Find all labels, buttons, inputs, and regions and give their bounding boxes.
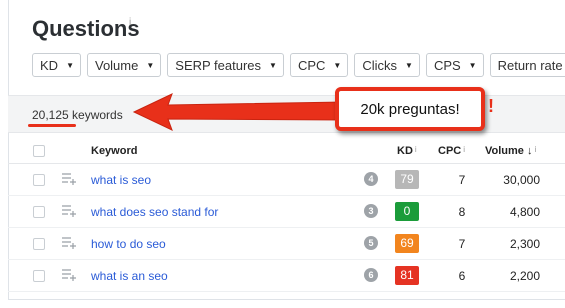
serp-features-badge[interactable]: 6	[364, 268, 378, 282]
filter-label: CPS	[433, 57, 461, 73]
column-volume-label: Volume	[485, 145, 524, 157]
filter-label: Return rate	[497, 57, 563, 73]
filter-label: KD	[40, 57, 59, 73]
row-checkbox[interactable]	[33, 238, 45, 250]
volume-value: 2,200	[509, 269, 540, 283]
column-keyword[interactable]: Keyword	[91, 145, 137, 157]
sort-desc-icon: ↓	[526, 145, 533, 157]
volume-value: 4,800	[509, 205, 540, 219]
info-icon[interactable]: i	[463, 145, 465, 154]
add-to-list-icon[interactable]	[61, 236, 77, 250]
caret-down-icon: ▼	[269, 60, 277, 70]
filter-cps[interactable]: CPS ▼	[425, 53, 484, 77]
row-checkbox[interactable]	[33, 206, 45, 218]
volume-value: 2,300	[509, 237, 540, 251]
keyword-link[interactable]: what is an seo	[91, 269, 168, 283]
keyword-count: 20,125 keywords	[32, 108, 123, 122]
table-row: what is seo 4 79 7 30,000	[8, 164, 565, 196]
title-info-icon[interactable]: i	[129, 17, 131, 28]
caret-down-icon: ▼	[146, 60, 155, 70]
column-volume[interactable]: Volume ↓ i	[485, 145, 536, 157]
kd-badge: 0	[395, 202, 419, 221]
table-row: what is an seo 6 81 6 2,200	[8, 260, 565, 292]
keyword-link[interactable]: what is seo	[91, 173, 151, 187]
filter-label: SERP features	[175, 57, 262, 73]
add-to-list-icon[interactable]	[61, 172, 77, 186]
select-all-checkbox[interactable]	[33, 145, 45, 157]
page-title: Questions	[32, 16, 140, 41]
row-checkbox[interactable]	[33, 270, 45, 282]
cpc-value: 7	[458, 237, 466, 251]
table-header: Keyword KD i CPC i Volume ↓ i	[8, 140, 565, 164]
annotation-callout: 20k preguntas!	[335, 87, 485, 131]
column-cpc-label: CPC	[438, 145, 462, 157]
filter-bar: KD ▼ Volume ▼ SERP features ▼ CPC ▼ Clicks ▼ …	[32, 53, 565, 77]
info-icon[interactable]: i	[415, 145, 417, 154]
column-kd-label: KD	[397, 145, 413, 157]
kd-badge: 79	[395, 170, 419, 189]
serp-features-badge[interactable]: 3	[364, 204, 378, 218]
caret-down-icon: ▼	[405, 60, 413, 70]
keyword-link[interactable]: how to do seo	[91, 237, 166, 251]
cpc-value: 8	[458, 205, 466, 219]
filter-cpc[interactable]: CPC ▼	[289, 53, 349, 77]
filter-serp-features[interactable]: SERP features ▼	[167, 53, 284, 77]
filter-return-rate[interactable]: Return rate▼	[489, 53, 565, 77]
row-checkbox[interactable]	[33, 174, 45, 186]
filter-clicks[interactable]: Clicks ▼	[354, 53, 420, 77]
table-row: how to do seo 5 69 7 2,300	[8, 228, 565, 260]
annotation-exclaim: !	[488, 96, 494, 116]
kd-badge: 81	[395, 266, 419, 285]
filter-label: CPC	[297, 57, 326, 73]
filter-volume[interactable]: Volume ▼	[86, 53, 162, 77]
kd-badge: 69	[395, 234, 419, 253]
annotation-arrow-icon	[132, 93, 345, 131]
filter-label: Volume	[94, 57, 139, 73]
column-kd[interactable]: KD i	[397, 145, 417, 157]
table-row: what does seo stand for 3 0 8 4,800	[8, 196, 565, 228]
annotation-underline	[28, 124, 76, 127]
caret-down-icon: ▼	[333, 60, 342, 70]
filter-kd[interactable]: KD ▼	[32, 53, 81, 77]
keyword-link[interactable]: what does seo stand for	[91, 205, 218, 219]
info-icon[interactable]: i	[534, 145, 536, 154]
cpc-value: 6	[458, 269, 466, 283]
add-to-list-icon[interactable]	[61, 204, 77, 218]
serp-features-badge[interactable]: 5	[364, 236, 378, 250]
column-cpc[interactable]: CPC i	[438, 145, 465, 157]
cpc-value: 7	[458, 173, 466, 187]
volume-value: 30,000	[503, 173, 540, 187]
filter-label: Clicks	[362, 57, 398, 73]
add-to-list-icon[interactable]	[61, 268, 77, 282]
caret-down-icon: ▼	[66, 60, 74, 70]
caret-down-icon: ▼	[468, 60, 477, 70]
serp-features-badge[interactable]: 4	[364, 172, 378, 186]
